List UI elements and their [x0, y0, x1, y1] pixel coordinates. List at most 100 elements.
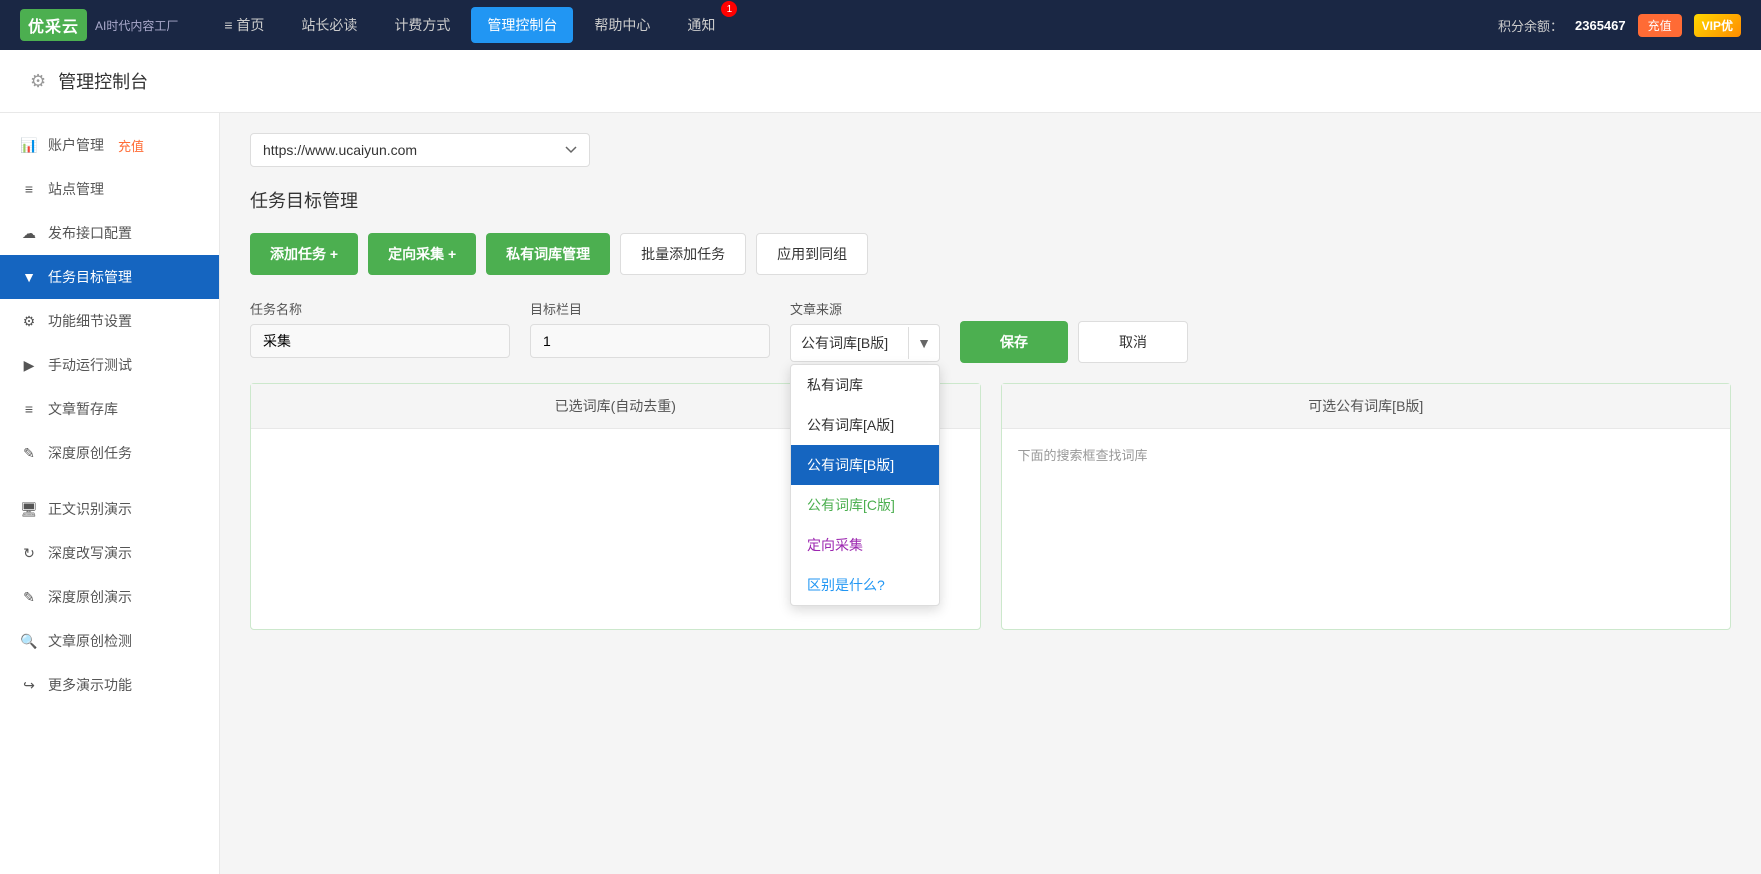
two-col-panel: 已选词库(自动去重) 可选公有词库[B版] 下面的搜索框查找词库	[250, 383, 1731, 630]
nav-help[interactable]: 帮助中心	[578, 7, 666, 43]
source-select-value: 公有词库[B版]	[791, 325, 908, 361]
available-lib-body: 下面的搜索框查找词库	[1002, 429, 1731, 629]
sidebar-item-rewrite[interactable]: ↻ 深度改写演示	[0, 531, 219, 575]
nav-right: 积分余额： 2365467 充值 VIP优	[1498, 14, 1741, 37]
refresh-icon: ↻	[20, 545, 38, 562]
task-name-group: 任务名称	[250, 299, 510, 358]
sidebar-label-rewrite: 深度改写演示	[48, 543, 132, 563]
action-row: 添加任务 + 定向采集 + 私有词库管理 批量添加任务 应用到同组	[250, 233, 1731, 275]
nav-items: ≡ 首页 站长必读 计费方式 管理控制台 帮助中心 通知 1	[208, 7, 1498, 43]
nav-notify[interactable]: 通知 1	[671, 7, 731, 43]
list-icon: ≡	[20, 181, 38, 197]
sidebar-item-account[interactable]: 📊 账户管理 充值	[0, 123, 219, 167]
sidebar-item-check[interactable]: 🔍 文章原创检测	[0, 619, 219, 663]
logo-text: 优采云	[20, 9, 87, 41]
available-lib-header: 可选公有词库[B版]	[1002, 384, 1731, 429]
draft-icon: ≡	[20, 401, 38, 417]
top-charge-button[interactable]: 充值	[1638, 14, 1682, 37]
filter-icon: ▼	[20, 269, 38, 285]
source-select-arrow-icon: ▼	[908, 327, 939, 359]
vip-badge: VIP优	[1694, 14, 1741, 37]
sidebar-item-site[interactable]: ≡ 站点管理	[0, 167, 219, 211]
targeted-collect-button[interactable]: 定向采集 +	[368, 233, 476, 275]
dropdown-option-public-b[interactable]: 公有词库[B版]	[791, 445, 939, 485]
more-icon: ↪	[20, 677, 38, 694]
sidebar-item-publish[interactable]: ☁ 发布接口配置	[0, 211, 219, 255]
points-value: 2365467	[1575, 18, 1626, 33]
save-button[interactable]: 保存	[960, 321, 1068, 363]
sidebar-label-manual: 手动运行测试	[48, 355, 132, 375]
available-lib-panel: 可选公有词库[B版] 下面的搜索框查找词库	[1001, 383, 1732, 630]
search-hint-text: 下面的搜索框查找词库	[1018, 448, 1148, 463]
content-area: 📊 账户管理 充值 ≡ 站点管理 ☁ 发布接口配置 ▼ 任务目标管理 ⚙ 功能细…	[0, 113, 1761, 874]
form-row: 任务名称 目标栏目 文章来源 公有词库[B版] ▼ 私有词库	[250, 299, 1731, 363]
sidebar-item-draft[interactable]: ≡ 文章暂存库	[0, 387, 219, 431]
sidebar-item-orig-demo[interactable]: ✎ 深度原创演示	[0, 575, 219, 619]
play-icon: ▶	[20, 357, 38, 374]
dropdown-option-targeted[interactable]: 定向采集	[791, 525, 939, 565]
page-body: ⚙ 管理控制台 📊 账户管理 充值 ≡ 站点管理 ☁ 发布接口配置 ▼ 任务目标…	[0, 50, 1761, 874]
sidebar-label-task: 任务目标管理	[48, 267, 132, 287]
edit-icon: ✎	[20, 445, 38, 462]
task-name-input[interactable]	[250, 324, 510, 358]
source-label: 文章来源	[790, 299, 940, 318]
source-dropdown-menu: 私有词库 公有词库[A版] 公有词库[B版] 公有词库[C版] 定向采集 区别是…	[790, 364, 940, 606]
page-header: ⚙ 管理控制台	[0, 50, 1761, 113]
batch-add-button[interactable]: 批量添加任务	[620, 233, 746, 275]
dropdown-option-public-c[interactable]: 公有词库[C版]	[791, 485, 939, 525]
logo-subtitle: AI时代内容工厂	[95, 17, 178, 34]
monitor-icon: 🖥	[20, 501, 38, 518]
cloud-icon: ☁	[20, 225, 38, 242]
private-lib-button[interactable]: 私有词库管理	[486, 233, 610, 275]
site-selector-row: https://www.ucaiyun.com	[250, 133, 1731, 167]
gear-icon: ⚙	[30, 71, 46, 92]
target-col-group: 目标栏目	[530, 299, 770, 358]
top-navigation: 优采云 AI时代内容工厂 ≡ 首页 站长必读 计费方式 管理控制台 帮助中心 通…	[0, 0, 1761, 50]
cancel-button[interactable]: 取消	[1078, 321, 1188, 363]
source-select-box[interactable]: 公有词库[B版] ▼	[790, 324, 940, 362]
sidebar-item-ocr[interactable]: 🖥 正文识别演示	[0, 487, 219, 531]
sidebar-label-draft: 文章暂存库	[48, 399, 118, 419]
sidebar-item-original-task[interactable]: ✎ 深度原创任务	[0, 431, 219, 475]
main-content: https://www.ucaiyun.com 任务目标管理 添加任务 + 定向…	[220, 113, 1761, 874]
sidebar-label-original-task: 深度原创任务	[48, 443, 132, 463]
target-col-input[interactable]	[530, 324, 770, 358]
dropdown-option-diff[interactable]: 区别是什么?	[791, 565, 939, 605]
source-select-wrapper: 文章来源 公有词库[B版] ▼ 私有词库 公有词库[A版] 公有词库[B版] 公…	[790, 299, 940, 362]
sidebar-label-check: 文章原创检测	[48, 631, 132, 651]
nav-pricing[interactable]: 计费方式	[378, 7, 466, 43]
sidebar-label-more: 更多演示功能	[48, 675, 132, 695]
sidebar-item-feature[interactable]: ⚙ 功能细节设置	[0, 299, 219, 343]
points-label: 积分余额：	[1498, 16, 1563, 35]
sidebar-item-task[interactable]: ▼ 任务目标管理	[0, 255, 219, 299]
sidebar: 📊 账户管理 充值 ≡ 站点管理 ☁ 发布接口配置 ▼ 任务目标管理 ⚙ 功能细…	[0, 113, 220, 874]
sidebar-label-site: 站点管理	[48, 179, 104, 199]
logo-area: 优采云 AI时代内容工厂	[20, 9, 178, 41]
sidebar-item-manual[interactable]: ▶ 手动运行测试	[0, 343, 219, 387]
nav-dashboard[interactable]: 管理控制台	[471, 7, 573, 43]
site-selector[interactable]: https://www.ucaiyun.com	[250, 133, 590, 167]
sidebar-item-more[interactable]: ↪ 更多演示功能	[0, 663, 219, 707]
sidebar-label-account: 账户管理	[48, 135, 104, 155]
search-icon: 🔍	[20, 633, 38, 650]
add-task-button[interactable]: 添加任务 +	[250, 233, 358, 275]
sidebar-label-orig-demo: 深度原创演示	[48, 587, 132, 607]
task-name-label: 任务名称	[250, 299, 510, 318]
notification-badge: 1	[721, 1, 737, 17]
pencil-icon: ✎	[20, 589, 38, 606]
settings-icon: ⚙	[20, 313, 38, 330]
save-cancel-group: 保存 取消	[960, 299, 1188, 363]
dropdown-option-public-a[interactable]: 公有词库[A版]	[791, 405, 939, 445]
apply-group-button[interactable]: 应用到同组	[756, 233, 868, 275]
sidebar-label-publish: 发布接口配置	[48, 223, 132, 243]
page-title: 管理控制台	[58, 68, 148, 94]
dropdown-option-private[interactable]: 私有词库	[791, 365, 939, 405]
sidebar-label-ocr: 正文识别演示	[48, 499, 132, 519]
nav-home[interactable]: ≡ 首页	[208, 7, 280, 43]
target-col-label: 目标栏目	[530, 299, 770, 318]
nav-webmaster[interactable]: 站长必读	[285, 7, 373, 43]
chart-icon: 📊	[20, 137, 38, 154]
sidebar-recharge-link[interactable]: 充值	[118, 136, 144, 155]
section-title: 任务目标管理	[250, 187, 1731, 213]
sidebar-label-feature: 功能细节设置	[48, 311, 132, 331]
